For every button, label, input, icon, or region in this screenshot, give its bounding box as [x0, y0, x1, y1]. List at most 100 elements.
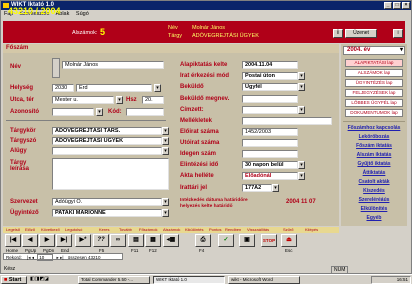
house-number-field[interactable]: 20.	[142, 96, 164, 104]
link-assembly[interactable]: Szereléréáús	[343, 196, 405, 205]
addressee-label: Címzett:	[180, 107, 204, 113]
record-first-icon[interactable]: |◂	[27, 255, 30, 260]
main-list-button[interactable]: ▤	[128, 234, 144, 247]
year-select[interactable]: 2004. év ▾	[343, 46, 405, 55]
name-scroll[interactable]	[52, 58, 60, 78]
tab-base-filing[interactable]: ALAPIKTATÁSI lap	[345, 59, 403, 67]
record-prev-icon[interactable]: ◂	[32, 255, 34, 260]
search-button[interactable]: ??	[93, 234, 109, 247]
tab-multiple-clients[interactable]: LÖBBES ÜGYFÉL lap	[345, 99, 403, 107]
link-separation[interactable]: Elkülönités	[343, 205, 405, 214]
record-number-field[interactable]: 10	[37, 254, 54, 261]
subcase-field[interactable]	[52, 147, 162, 155]
name-field[interactable]: Molnár János	[62, 61, 164, 69]
next-document-label: Utóirat száma	[180, 140, 220, 146]
keyword-dropdown-icon[interactable]: ▾	[162, 137, 169, 145]
subject-area-dropdown-icon[interactable]: ▾	[162, 127, 169, 135]
foreign-number-field[interactable]	[242, 150, 298, 158]
organization-field[interactable]: Adóügyi O.	[52, 198, 162, 206]
street-label: Utca, tér	[10, 97, 35, 103]
base-filing-date-field[interactable]: 2004.11.04	[242, 61, 298, 69]
last-record-button[interactable]: ▶|	[56, 234, 72, 247]
menu-help[interactable]: Súgó	[76, 11, 89, 17]
tab-case-handling[interactable]: ÜGYINTÉZÉS lap	[345, 79, 403, 87]
attachments-field[interactable]	[242, 117, 332, 125]
clerk-field[interactable]: PATAKI MARIONNE	[52, 209, 162, 217]
file-location-dropdown-icon[interactable]: ▾	[298, 172, 305, 180]
prev-record-button[interactable]: ◀	[22, 234, 38, 247]
find-next-button[interactable]: ∞	[110, 234, 126, 247]
link-attached-files[interactable]: Csatolt akták	[343, 178, 405, 187]
link-attach-main[interactable]: Főszámhoz kapcsolás	[343, 124, 405, 133]
link-refiling[interactable]: Áttiktatás	[343, 169, 405, 178]
organization-dropdown-icon[interactable]: ▾	[162, 198, 169, 206]
new-record-button[interactable]: ▶*	[75, 234, 91, 247]
subcase-dropdown-icon[interactable]: ▾	[162, 147, 169, 155]
start-button[interactable]: ■ Start	[1, 276, 27, 284]
stop-icon[interactable]: STOP	[261, 234, 277, 247]
sender-name-label: Beküldő megnev.	[180, 96, 230, 102]
link-archive[interactable]: Leköröbozás	[343, 133, 405, 142]
addressee-field[interactable]	[242, 106, 298, 114]
keyword-field[interactable]: ADÓVEGREJTÁSI ÜGYEK	[52, 137, 162, 145]
system-tray: 16:51	[371, 276, 411, 284]
link-removal[interactable]: Kiszedés	[343, 187, 405, 196]
deadline-field[interactable]: 30 napon belül	[242, 161, 298, 169]
next-record-button[interactable]: ▶	[39, 234, 55, 247]
task-total-commander[interactable]: Total Commander 5.50 -...	[78, 276, 150, 284]
grid-button[interactable]: ▦	[145, 234, 161, 247]
sub-list-button[interactable]: ◂▦	[163, 234, 179, 247]
info-button[interactable]: i	[333, 29, 343, 38]
file-location-field[interactable]: Előadónál	[242, 172, 298, 180]
arrival-method-field[interactable]: Postai úton	[242, 72, 298, 80]
maximize-button[interactable]: □	[393, 2, 401, 9]
tab-subnumbers[interactable]: ALSZÁMOK lap	[345, 69, 403, 77]
addressee-dropdown-icon[interactable]: ▾	[298, 106, 305, 114]
link-sub-filing[interactable]: Alszám iktatás	[343, 151, 405, 160]
task-word[interactable]: wikt - Microsoft Word	[228, 276, 300, 284]
first-record-button[interactable]: |◀	[5, 234, 21, 247]
link-collective-filing[interactable]: Gyűjtő iktatás	[343, 160, 405, 169]
sender-name-field[interactable]	[242, 95, 298, 103]
clerk-dropdown-icon[interactable]: ▾	[162, 209, 169, 217]
street-field[interactable]: Mester u.	[52, 96, 114, 104]
action-date-value: 2004 11 07	[286, 199, 316, 205]
tab-notes[interactable]: FELJEGYZÉSEK lap	[345, 89, 403, 97]
header-close-button[interactable]: i	[393, 29, 403, 38]
arrival-method-dropdown-icon[interactable]: ▾	[298, 72, 305, 80]
identifier-field[interactable]	[52, 108, 94, 116]
archive-mark-field[interactable]: 177A2	[242, 184, 272, 192]
quick-launch-icons[interactable]: ◧◨◩◪	[30, 276, 49, 282]
sender-dropdown-icon[interactable]: ▾	[298, 83, 305, 91]
record-next-icon[interactable]: ▸	[57, 255, 59, 260]
year-value: 2004. év	[347, 47, 371, 53]
record-last-icon[interactable]: ▸|	[60, 255, 63, 260]
key-f12: F12	[149, 248, 157, 253]
print-button[interactable]: ⎙	[195, 234, 211, 247]
exit-door-icon[interactable]: ⏏	[281, 234, 297, 247]
city-field[interactable]: Érd	[76, 84, 152, 92]
close-button[interactable]: ×	[402, 2, 410, 9]
prior-document-field[interactable]: 1452/2003	[242, 128, 298, 136]
next-document-field[interactable]	[242, 139, 298, 147]
archive-mark-dropdown-icon[interactable]: ▾	[272, 184, 279, 192]
link-other[interactable]: Egyéb	[343, 214, 405, 223]
code-field[interactable]	[126, 108, 164, 116]
zip-field[interactable]: 2030	[52, 84, 74, 92]
street-dropdown-icon[interactable]: ▾	[116, 96, 123, 104]
restore-button[interactable]: ▣	[239, 234, 255, 247]
subcase-label: Alügy	[10, 148, 27, 154]
task-wikt[interactable]: WIKT Iktató 1.0	[153, 276, 225, 284]
link-main-filing[interactable]: Főszám iktatás	[343, 142, 405, 151]
minimize-button[interactable]: _	[384, 2, 392, 9]
subject-description-label: Tárgy leírása	[10, 160, 30, 172]
subject-area-field[interactable]: ADÓVEGREJTÁSI TÁRS.	[52, 127, 162, 135]
city-dropdown-icon[interactable]: ▾	[154, 84, 161, 92]
identifier-dropdown-icon[interactable]: ▾	[96, 108, 103, 116]
ok-check-icon[interactable]: ✓	[218, 234, 234, 247]
message-button[interactable]: Üzenet	[345, 29, 377, 38]
subject-description-field[interactable]	[52, 158, 169, 190]
sender-field[interactable]: Ügyfél	[242, 83, 298, 91]
deadline-dropdown-icon[interactable]: ▾	[298, 161, 305, 169]
tab-documents[interactable]: DOKUMENTUMOK lap	[345, 109, 403, 117]
